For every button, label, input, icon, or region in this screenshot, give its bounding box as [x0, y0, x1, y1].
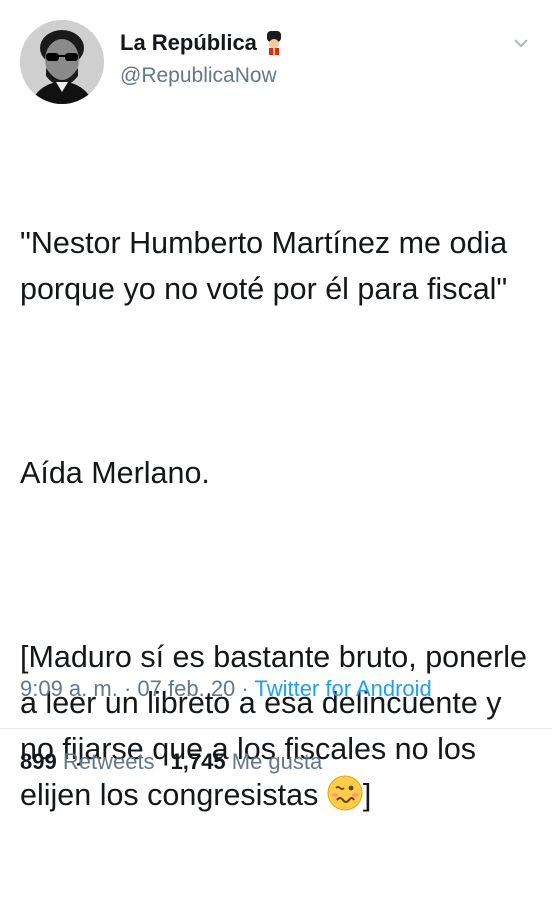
likes-stat[interactable]: 1,745 Me gusta [171, 749, 323, 774]
user-handle[interactable]: @RepublicaNow [120, 64, 285, 88]
chevron-down-icon[interactable] [512, 34, 530, 52]
tweet-meta: 9:09 a. m. · 07 feb. 20 · Twitter for An… [20, 676, 432, 702]
tweet-card: La República @RepublicaNow "Nestor Humbe… [0, 0, 552, 812]
avatar[interactable] [20, 20, 104, 104]
tweet-time[interactable]: 9:09 a. m. [20, 676, 118, 701]
retweets-label: Retweets [62, 749, 155, 774]
retweets-count: 899 [20, 749, 57, 774]
meta-separator: · [241, 676, 255, 701]
tweet-paragraph-comment: [Maduro sí es bastante bruto, ponerle a … [20, 634, 535, 818]
retweets-stat[interactable]: 899 Retweets [20, 749, 155, 774]
display-name[interactable]: La República [120, 30, 257, 56]
tweet-date[interactable]: 07 feb. 20 [137, 676, 235, 701]
tweet-stats: 899 Retweets 1,745 Me gusta [20, 749, 322, 775]
tweet-header: La República @RepublicaNow [20, 20, 540, 110]
guard-emoji-icon [263, 31, 285, 55]
tweet-paragraph-quote: "Nestor Humberto Martínez me odia porque… [20, 226, 516, 306]
display-name-row: La República [120, 30, 285, 56]
divider [0, 728, 552, 729]
tweet-text: "Nestor Humberto Martínez me odia porque… [20, 128, 535, 910]
woozy-face-emoji [327, 775, 363, 811]
closing-bracket: ] [362, 778, 372, 812]
likes-count: 1,745 [170, 749, 226, 774]
tweet-comment-text: [Maduro sí es bastante bruto, ponerle a … [20, 640, 536, 812]
likes-label: Me gusta [231, 749, 323, 774]
tweet-paragraph-attribution: Aída Merlano. [20, 456, 210, 490]
tweet-source-link[interactable]: Twitter for Android [254, 676, 431, 701]
author-names: La República @RepublicaNow [120, 30, 285, 88]
meta-separator: · [123, 676, 138, 701]
